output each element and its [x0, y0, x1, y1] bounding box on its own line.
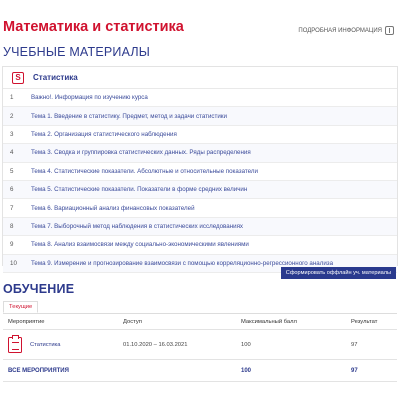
material-num: 6: [10, 186, 14, 194]
material-item-9[interactable]: 9 Тема 8. Анализ взаимосвязи между социал…: [3, 236, 397, 255]
material-item-1[interactable]: 1 Важно!. Информация по изучению курса: [3, 89, 397, 108]
cell-max-score: 100: [241, 341, 251, 348]
material-link[interactable]: Тема 7. Выборочный метод наблюдения в ст…: [23, 223, 397, 230]
material-num: 2: [10, 112, 14, 120]
col-access: Доступ: [123, 318, 142, 325]
total-label: ВСЕ МЕРОПРИЯТИЯ: [8, 367, 69, 374]
total-max-score: 100: [241, 367, 252, 374]
material-num: 4: [10, 149, 14, 157]
material-link[interactable]: Важно!. Информация по изучению курса: [23, 94, 397, 101]
tab-current[interactable]: Текущие: [3, 301, 39, 313]
material-link[interactable]: Тема 6. Вариационный анализ финансовых п…: [23, 205, 397, 212]
material-link[interactable]: Тема 2. Организация статистического набл…: [23, 131, 397, 138]
cell-event: Статистика: [3, 334, 123, 353]
training-section-title: ОБУЧЕНИЕ: [3, 282, 75, 296]
materials-list: 1 Важно!. Информация по изучению курса 2 Т…: [3, 89, 397, 273]
app-title: Математика и статистика: [3, 19, 184, 35]
training-table: Мероприятие Доступ Максимальный балл Рез…: [3, 314, 397, 382]
table-header: Мероприятие Доступ Максимальный балл Рез…: [3, 314, 397, 330]
material-item-8[interactable]: 8 Тема 7. Выборочный метод наблюдения в с…: [3, 217, 397, 237]
material-link[interactable]: Тема 3. Сводка и группировка статистичес…: [23, 149, 397, 156]
material-num: 7: [10, 204, 14, 212]
materials-section-title: УЧЕБНЫЕ МАТЕРИАЛЫ: [3, 45, 151, 59]
table-row[interactable]: Статистика 01.10.2020 – 16.03.2021 100 9…: [3, 330, 397, 360]
subject-icon: S: [12, 71, 24, 84]
panel-title: Статистика: [33, 73, 78, 82]
material-item-4[interactable]: 4 Тема 3. Сводка и группировка статистиче…: [3, 144, 397, 163]
material-link[interactable]: Тема 1. Введение в статистику. Предмет, …: [23, 113, 397, 120]
material-link[interactable]: Тема 8. Анализ взаимосвязи между социаль…: [23, 241, 397, 248]
material-num: 9: [10, 241, 14, 249]
material-item-3[interactable]: 3 Тема 2. Организация статистического наб…: [3, 125, 397, 145]
material-num: 1: [10, 94, 14, 102]
cell-access: 01.10.2020 – 16.03.2021: [123, 341, 188, 348]
clipboard-icon: [8, 334, 22, 353]
material-num: 3: [10, 130, 14, 138]
material-item-2[interactable]: 2 Тема 1. Введение в статистику. Предмет,…: [3, 107, 397, 126]
col-event: Мероприятие: [8, 318, 45, 325]
material-num: 10: [10, 259, 17, 267]
materials-panel-header: S Статистика: [3, 67, 397, 89]
total-result: 97: [351, 367, 358, 374]
material-link[interactable]: Тема 4. Статистические показатели. Абсол…: [23, 168, 397, 175]
col-result: Результат: [351, 318, 378, 325]
top-bar: Математика и статистика ПОДРОБНАЯ ИНФОРМ…: [0, 0, 400, 40]
details-link-label: ПОДРОБНАЯ ИНФОРМАЦИЯ: [298, 27, 382, 34]
training-tabs: Текущие: [3, 301, 39, 313]
materials-panel: S Статистика 1 Важно!. Информация по изуч…: [2, 66, 398, 273]
material-item-5[interactable]: 5 Тема 4. Статистические показатели. Абсо…: [3, 162, 397, 181]
info-icon: [385, 26, 394, 35]
cell-result: 97: [351, 341, 358, 348]
material-item-7[interactable]: 7 Тема 6. Вариационный анализ финансовых …: [3, 199, 397, 218]
details-link[interactable]: ПОДРОБНАЯ ИНФОРМАЦИЯ: [298, 26, 394, 35]
col-max-score: Максимальный балл: [241, 318, 297, 325]
generate-offline-materials-button[interactable]: Сформировать оффлайн уч. материалы: [280, 267, 396, 279]
material-num: 5: [10, 167, 14, 175]
material-item-6[interactable]: 6 Тема 5. Статистические показатели. Пока…: [3, 180, 397, 200]
material-num: 8: [10, 222, 14, 230]
event-link[interactable]: Статистика: [30, 342, 60, 348]
material-link[interactable]: Тема 5. Статистические показатели. Показ…: [23, 186, 397, 193]
table-total-row: ВСЕ МЕРОПРИЯТИЯ 100 97: [3, 360, 397, 382]
material-link[interactable]: Тема 9. Измерение и прогнозирование взаи…: [23, 260, 397, 267]
